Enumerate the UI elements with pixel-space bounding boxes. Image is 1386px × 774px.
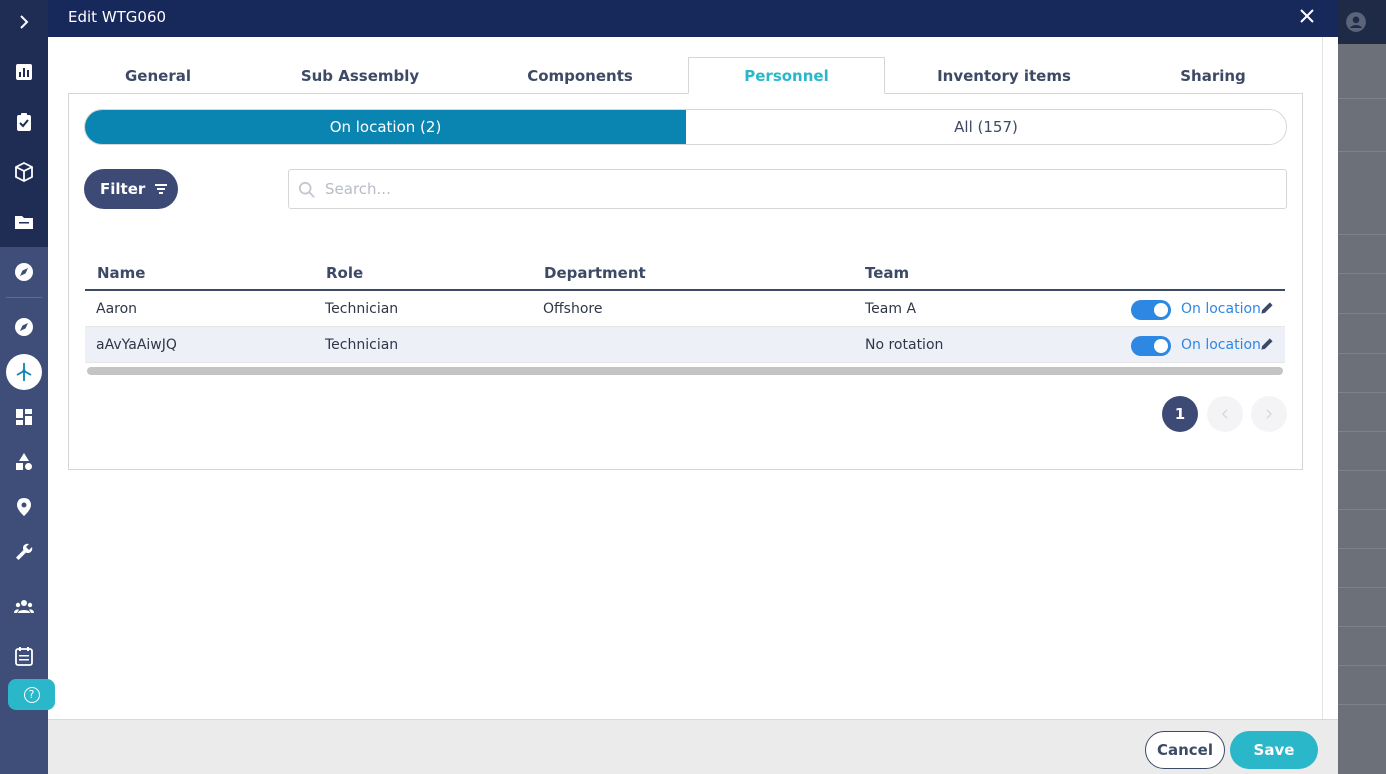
background-divider bbox=[1338, 509, 1386, 510]
package-box-icon[interactable] bbox=[0, 158, 48, 186]
close-icon[interactable] bbox=[1296, 6, 1318, 28]
background-header bbox=[1338, 0, 1386, 44]
background-divider bbox=[1338, 392, 1386, 393]
save-button[interactable]: Save bbox=[1230, 731, 1318, 769]
filter-button[interactable]: Filter bbox=[84, 169, 178, 209]
pencil-edit-icon[interactable] bbox=[1260, 301, 1274, 315]
all-segment[interactable]: All (157) bbox=[686, 110, 1286, 144]
column-header-name[interactable]: Name bbox=[97, 264, 145, 282]
user-avatar-icon bbox=[1346, 12, 1366, 32]
filter-label: Filter bbox=[100, 180, 146, 198]
search-box bbox=[288, 169, 1287, 209]
tab-sub-assembly[interactable]: Sub Assembly bbox=[258, 57, 462, 94]
shapes-icon[interactable] bbox=[0, 448, 48, 476]
background-divider bbox=[1338, 548, 1386, 549]
cancel-button[interactable]: Cancel bbox=[1145, 731, 1225, 769]
wrench-icon[interactable] bbox=[0, 538, 48, 566]
column-header-team[interactable]: Team bbox=[865, 264, 909, 282]
background-divider bbox=[1338, 587, 1386, 588]
tab-inventory-items[interactable]: Inventory items bbox=[902, 57, 1106, 94]
cell-team: No rotation bbox=[865, 337, 944, 353]
folder-icon[interactable] bbox=[0, 208, 48, 236]
background-divider bbox=[1338, 665, 1386, 666]
background-divider bbox=[1338, 626, 1386, 627]
cell-name: aAvYaAiwJQ bbox=[96, 337, 177, 353]
page-number-button[interactable]: 1 bbox=[1162, 396, 1198, 432]
previous-page-button[interactable] bbox=[1207, 396, 1243, 432]
left-sidebar bbox=[0, 0, 48, 774]
expand-chevron-icon[interactable] bbox=[0, 8, 48, 36]
on-location-toggle[interactable] bbox=[1131, 336, 1171, 356]
filter-lines-icon bbox=[155, 184, 168, 194]
help-button[interactable]: ? bbox=[8, 679, 55, 710]
tasks-clipboard-icon[interactable] bbox=[0, 108, 48, 136]
status-label: On location bbox=[1181, 337, 1261, 353]
background-divider bbox=[1338, 353, 1386, 354]
cell-department: Offshore bbox=[543, 301, 603, 317]
tab-general[interactable]: General bbox=[68, 57, 248, 94]
search-icon bbox=[298, 181, 315, 198]
on-location-toggle[interactable] bbox=[1131, 300, 1171, 320]
dialog-header: Edit WTG060 bbox=[48, 0, 1338, 37]
dialog-title: Edit WTG060 bbox=[68, 8, 167, 26]
tab-sharing[interactable]: Sharing bbox=[1118, 57, 1308, 94]
personnel-panel: On location (2) All (157) Filter Name Ro… bbox=[68, 93, 1303, 470]
background-page bbox=[1338, 0, 1386, 774]
background-divider bbox=[1338, 313, 1386, 314]
analytics-icon[interactable] bbox=[0, 58, 48, 86]
status-label: On location bbox=[1181, 301, 1261, 317]
wind-turbine-icon[interactable] bbox=[0, 358, 48, 386]
cell-role: Technician bbox=[325, 337, 399, 353]
personnel-table: Name Role Department Team Aaron Technici… bbox=[85, 254, 1285, 375]
column-header-role[interactable]: Role bbox=[326, 264, 363, 282]
chevron-left-icon bbox=[1221, 409, 1228, 419]
background-divider bbox=[1338, 273, 1386, 274]
next-page-button[interactable] bbox=[1251, 396, 1287, 432]
table-header: Name Role Department Team bbox=[85, 254, 1285, 291]
pencil-edit-icon[interactable] bbox=[1260, 337, 1274, 351]
location-segmented-control: On location (2) All (157) bbox=[84, 109, 1287, 145]
table-row[interactable]: aAvYaAiwJQ Technician No rotation On loc… bbox=[85, 327, 1285, 363]
cell-name: Aaron bbox=[96, 301, 138, 317]
explore-compass-icon[interactable] bbox=[0, 313, 48, 341]
background-divider bbox=[1338, 704, 1386, 705]
question-mark-icon: ? bbox=[23, 686, 40, 703]
edit-dialog: Edit WTG060 General Sub Assembly Compone… bbox=[48, 0, 1338, 774]
background-divider bbox=[1338, 470, 1386, 471]
background-divider bbox=[1338, 151, 1386, 152]
search-input[interactable] bbox=[325, 170, 1275, 208]
tab-personnel[interactable]: Personnel bbox=[688, 57, 885, 94]
people-group-icon[interactable] bbox=[0, 593, 48, 621]
column-header-department[interactable]: Department bbox=[544, 264, 646, 282]
dashboard-icon[interactable] bbox=[0, 403, 48, 431]
cell-team: Team A bbox=[865, 301, 917, 317]
cell-role: Technician bbox=[325, 301, 399, 317]
chevron-right-icon bbox=[1266, 409, 1273, 419]
horizontal-scrollbar[interactable] bbox=[87, 367, 1283, 375]
dialog-footer: Cancel Save bbox=[48, 719, 1338, 774]
sidebar-divider bbox=[6, 297, 42, 298]
background-divider bbox=[1338, 234, 1386, 235]
location-pin-icon[interactable] bbox=[0, 493, 48, 521]
compass-icon[interactable] bbox=[0, 258, 48, 286]
tab-bar: General Sub Assembly Components Personne… bbox=[68, 57, 1303, 94]
background-divider bbox=[1338, 431, 1386, 432]
dialog-scrollbar[interactable] bbox=[1322, 37, 1323, 719]
table-row[interactable]: Aaron Technician Offshore Team A On loca… bbox=[85, 291, 1285, 327]
on-location-segment[interactable]: On location (2) bbox=[85, 110, 686, 144]
background-divider bbox=[1338, 98, 1386, 99]
tab-components[interactable]: Components bbox=[482, 57, 678, 94]
calendar-list-icon[interactable] bbox=[0, 642, 48, 670]
